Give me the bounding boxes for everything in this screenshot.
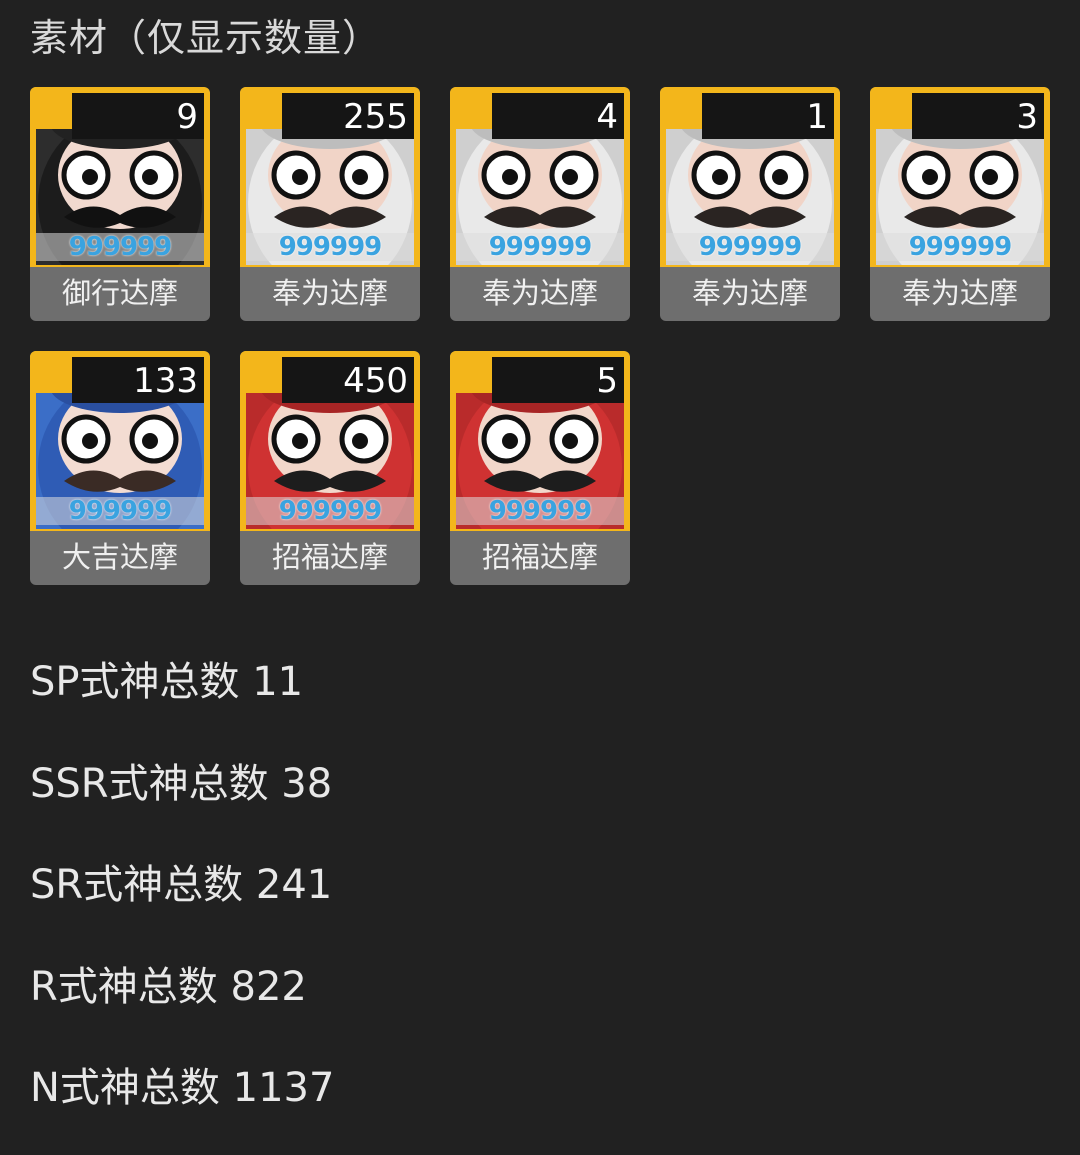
rarity-corner (450, 351, 492, 393)
material-name: 奉为达摩 (271, 276, 388, 310)
material-count: 3 (1016, 97, 1038, 137)
material-name: 御行达摩 (61, 276, 178, 310)
rarity-corner (30, 351, 72, 393)
level-badge: 999999 (246, 497, 414, 525)
rarity-corner (660, 87, 702, 129)
stat-r-total: R式神总数 822 (30, 964, 307, 1010)
material-card-daji-daruma[interactable]: 133 999999 大吉达摩 (30, 351, 210, 585)
material-name: 奉为达摩 (901, 276, 1018, 310)
stat-n-total: N式神总数 1137 (30, 1065, 335, 1111)
material-count: 9 (176, 97, 198, 137)
material-name: 奉为达摩 (691, 276, 808, 310)
stat-sr-total: SR式神总数 241 (30, 862, 333, 908)
material-count: 255 (343, 97, 408, 137)
level-badge: 999999 (36, 233, 204, 261)
level-badge: 999999 (876, 233, 1044, 261)
material-card-fengwei-daruma[interactable]: 1 999999 奉为达摩 (660, 87, 840, 321)
material-count: 450 (343, 361, 408, 401)
material-card-fengwei-daruma[interactable]: 4 999999 奉为达摩 (450, 87, 630, 321)
rarity-corner (240, 351, 282, 393)
material-count: 1 (806, 97, 828, 137)
rarity-corner (870, 87, 912, 129)
material-count: 4 (596, 97, 618, 137)
section-title: 素材（仅显示数量） (30, 16, 382, 60)
level-badge: 999999 (456, 497, 624, 525)
material-card-fengwei-daruma[interactable]: 255 999999 奉为达摩 (240, 87, 420, 321)
rarity-corner (240, 87, 282, 129)
material-count: 133 (133, 361, 198, 401)
level-badge: 999999 (246, 233, 414, 261)
rarity-corner (450, 87, 492, 129)
material-card-zhaofu-daruma[interactable]: 450 999999 招福达摩 (240, 351, 420, 585)
level-badge: 999999 (36, 497, 204, 525)
material-count: 5 (596, 361, 618, 401)
stat-sp-total: SP式神总数 11 (30, 659, 304, 705)
material-name: 大吉达摩 (61, 540, 178, 574)
material-name: 奉为达摩 (481, 276, 598, 310)
rarity-corner (30, 87, 72, 129)
material-card-yuxing-daruma[interactable]: 9 999999 御行达摩 (30, 87, 210, 321)
stat-ssr-total: SSR式神总数 38 (30, 761, 333, 807)
material-card-zhaofu-daruma[interactable]: 5 999999 招福达摩 (450, 351, 630, 585)
material-name: 招福达摩 (271, 540, 388, 574)
material-card-fengwei-daruma[interactable]: 3 999999 奉为达摩 (870, 87, 1050, 321)
material-name: 招福达摩 (481, 540, 598, 574)
level-badge: 999999 (456, 233, 624, 261)
level-badge: 999999 (666, 233, 834, 261)
